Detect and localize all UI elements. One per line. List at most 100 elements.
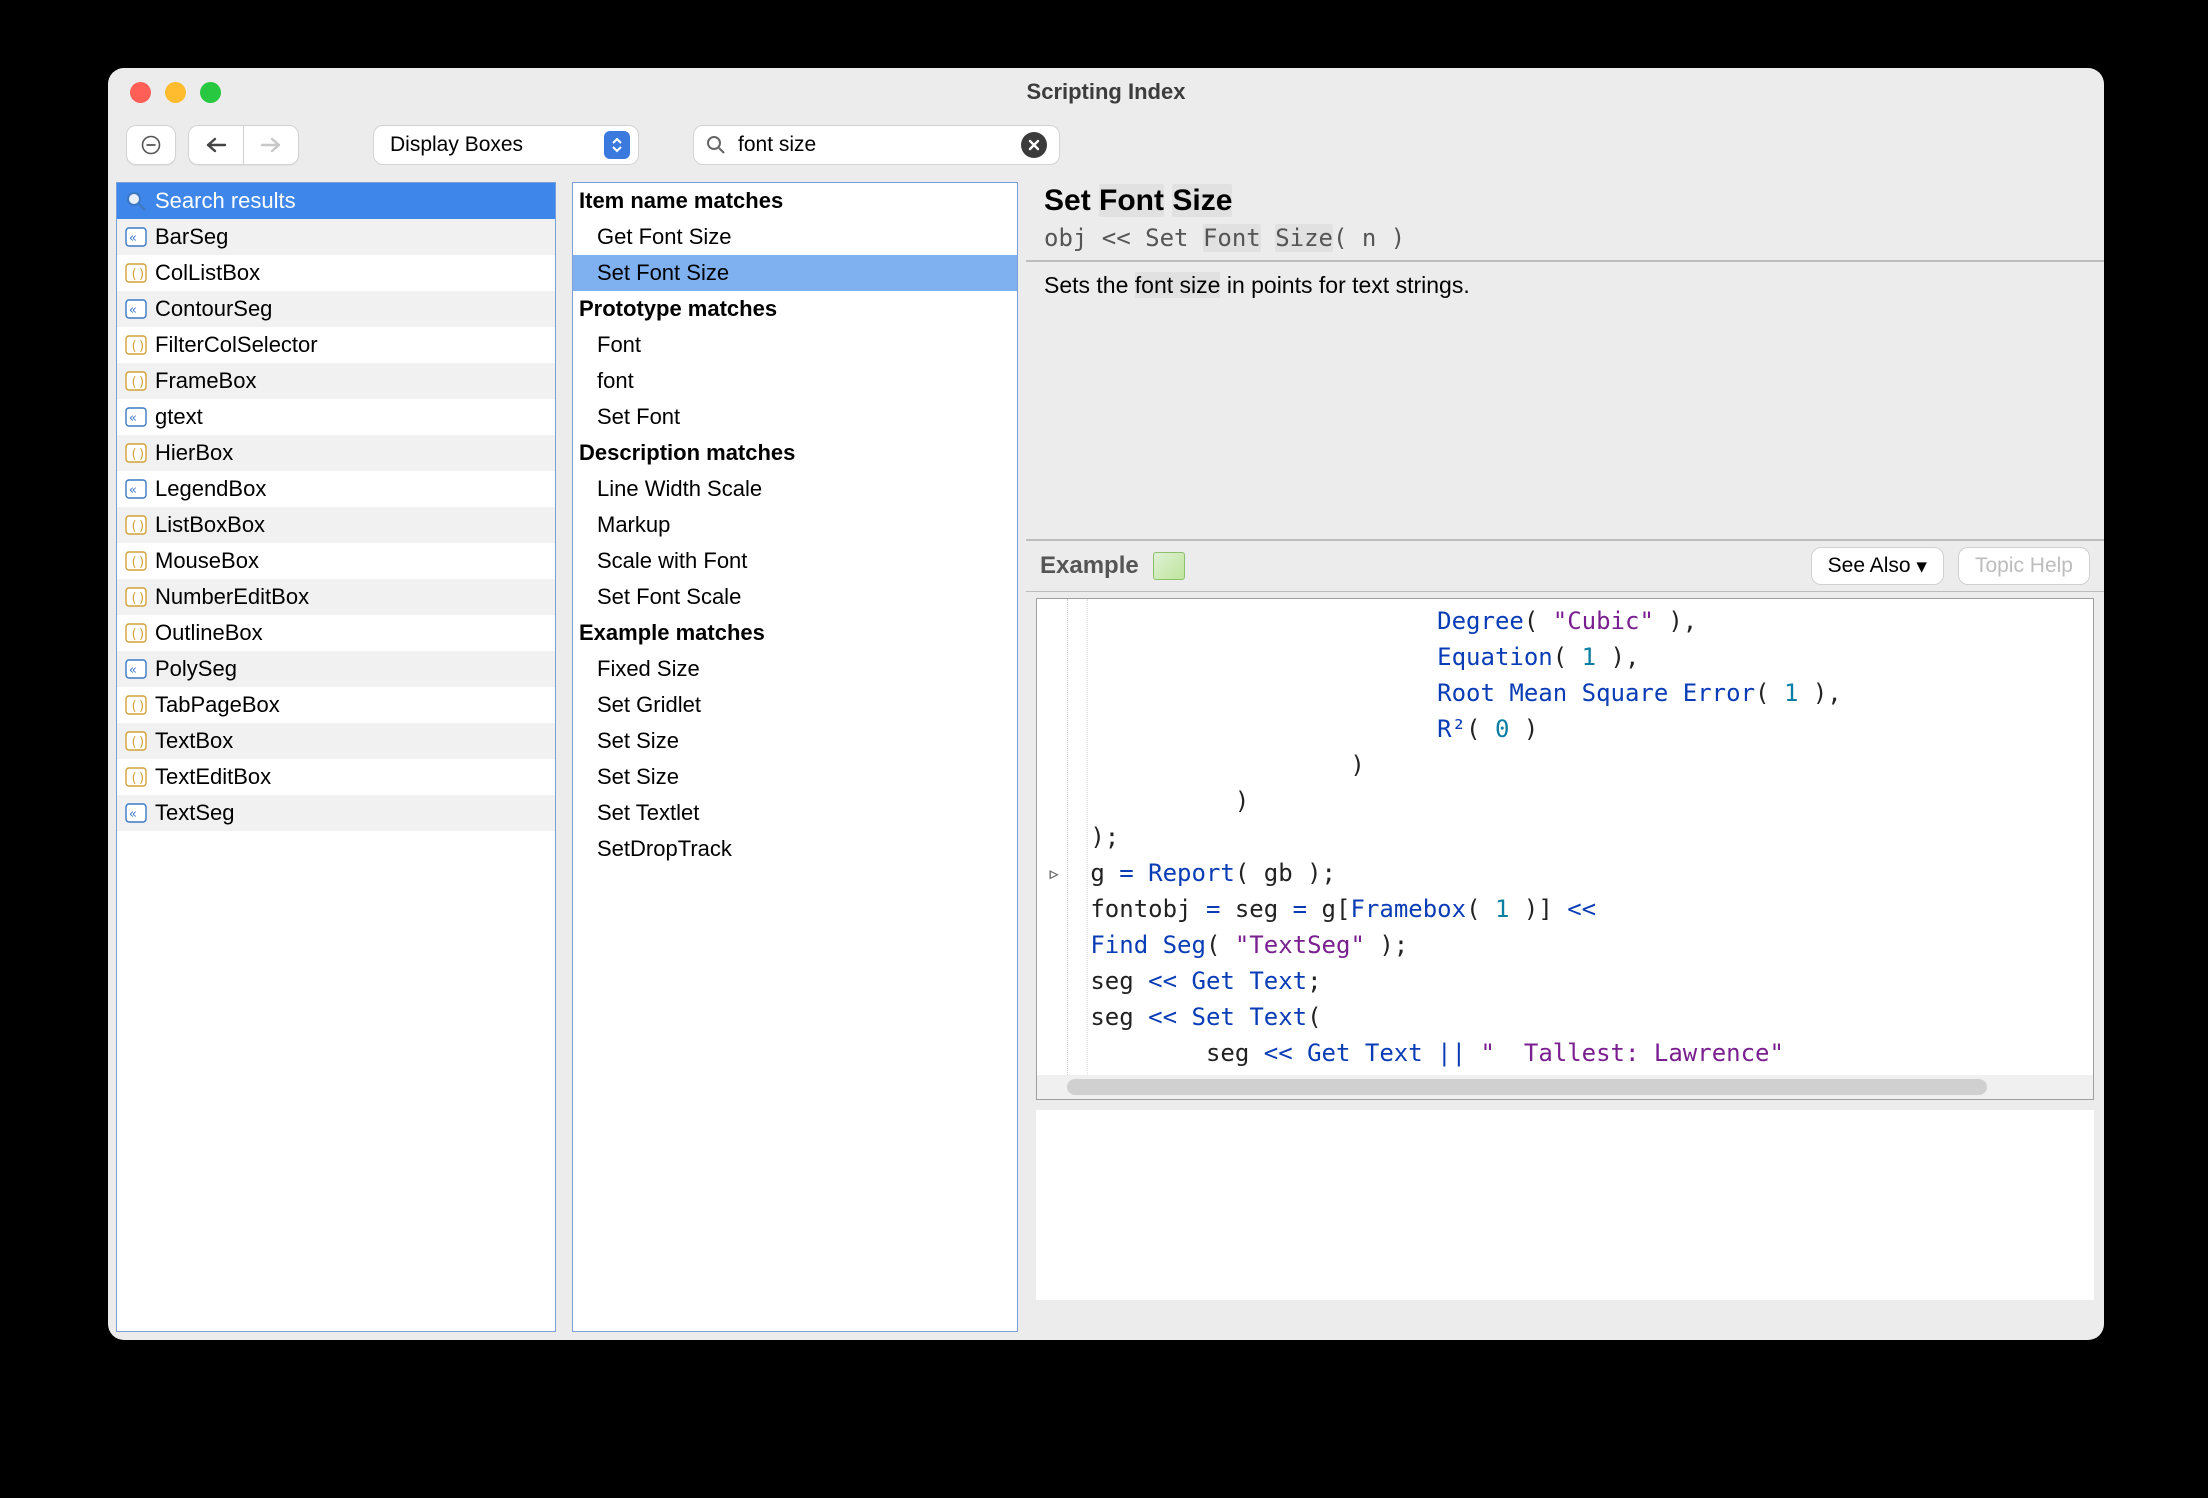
message-item-icon: « [123,658,149,680]
result-list-item-label: Scale with Font [597,548,747,574]
result-list-item[interactable]: Line Width Scale [573,471,1017,507]
circle-minus-icon [141,135,161,155]
svg-text:«: « [129,483,137,498]
function-item-icon: () [123,514,149,536]
function-item-icon: () [123,262,149,284]
search-box[interactable] [693,125,1060,165]
svg-text:(): () [130,375,146,390]
result-list-item-label: font [597,368,634,394]
example-bar: Example See Also ▾ Topic Help [1026,539,2104,592]
result-list-item[interactable]: Set Font Scale [573,579,1017,615]
result-group-header: Prototype matches [573,291,1017,327]
search-icon [706,135,726,155]
search-input[interactable] [736,132,1011,158]
result-group-header: Item name matches [573,183,1017,219]
result-list-item[interactable]: font [573,363,1017,399]
example-label: Example [1040,552,1139,580]
scope-list-item[interactable]: ()TabPageBox [117,687,555,723]
scope-list-item[interactable]: ()TextBox [117,723,555,759]
scope-list-item[interactable]: ()ListBoxBox [117,507,555,543]
scope-list-item[interactable]: () TextEditBox [117,759,555,795]
message-item-icon: « [123,406,149,428]
result-list-item-label: Fixed Size [597,656,700,682]
result-list-item[interactable]: Get Font Size [573,219,1017,255]
topic-header: Set Font Size obj << Set Font Size( n ) [1026,174,2104,262]
clear-search-button[interactable] [1021,132,1047,158]
scope-list-item[interactable]: «TextSeg [117,795,555,831]
scope-list-item[interactable]: « PolySeg [117,651,555,687]
result-group-header-label: Description matches [579,440,795,466]
result-list-item[interactable]: Set Font Size [573,255,1017,291]
search-icon [123,190,149,212]
arrow-right-icon [260,137,282,153]
message-item-icon: « [123,802,149,824]
scope-list-item-label: PolySeg [155,656,237,682]
scope-list-item[interactable]: () MouseBox [117,543,555,579]
scope-list-item[interactable]: Search results [117,183,555,219]
scrollbar-thumb[interactable] [1067,1079,1987,1095]
zoom-window-button[interactable] [200,82,221,103]
result-list-item[interactable]: Set Textlet [573,795,1017,831]
result-list-item[interactable]: Scale with Font [573,543,1017,579]
remove-topic-button[interactable] [126,125,176,165]
scope-list-item[interactable]: «BarSeg [117,219,555,255]
result-list-item-label: Font [597,332,641,358]
topic-help-button[interactable]: Topic Help [1958,547,2090,585]
scope-list-item[interactable]: ()ColListBox [117,255,555,291]
example-code-area[interactable]: Degree( "Cubic" ), Equation( 1 ), Root M… [1036,598,2094,1100]
result-list-item[interactable]: Fixed Size [573,651,1017,687]
middle-pane: Item name matchesGet Font Size Set Font S… [572,182,1018,1332]
scope-list-item[interactable]: ()OutlineBox [117,615,555,651]
svg-text:(): () [130,519,146,534]
function-item-icon: () [123,370,149,392]
function-item-icon: () [123,586,149,608]
scope-item-list[interactable]: Search results«BarSeg()ColListBox«Contou… [116,182,556,1332]
nav-history-group [188,125,299,165]
result-list-item[interactable]: Set Size [573,759,1017,795]
scope-select[interactable]: Display Boxes [373,125,639,165]
result-list-item[interactable]: SetDropTrack [573,831,1017,867]
result-list-item-label: Set Font Size [597,260,729,286]
scope-list-item[interactable]: «ContourSeg [117,291,555,327]
scope-list-item[interactable]: ()HierBox [117,435,555,471]
result-group-header: Example matches [573,615,1017,651]
run-example-button[interactable] [1153,552,1185,580]
see-also-button[interactable]: See Also ▾ [1811,547,1944,585]
scope-list-item[interactable]: () FrameBox [117,363,555,399]
scope-list-item-label: gtext [155,404,203,430]
forward-button[interactable] [243,125,299,165]
function-item-icon: () [123,550,149,572]
svg-text:(): () [130,771,146,786]
window-controls [130,82,221,103]
svg-text:(): () [130,591,146,606]
scope-list-item[interactable]: «LegendBox [117,471,555,507]
scope-list-item-label: MouseBox [155,548,259,574]
scope-list-item[interactable]: « gtext [117,399,555,435]
chevron-down-icon: ▾ [1916,554,1927,579]
result-list-item[interactable]: Set Font [573,399,1017,435]
example-code: Degree( "Cubic" ), Equation( 1 ), Root M… [1037,599,2093,1100]
result-list-item[interactable]: Set Size [573,723,1017,759]
result-list-item[interactable]: Markup [573,507,1017,543]
back-button[interactable] [188,125,243,165]
right-pane: Set Font Size obj << Set Font Size( n ) … [1026,174,2104,1340]
result-list-item[interactable]: Set Gridlet [573,687,1017,723]
scope-list-item[interactable]: ()NumberEditBox [117,579,555,615]
result-list-item-label: Set Size [597,728,679,754]
scope-list-item[interactable]: ()FilterColSelector [117,327,555,363]
result-list-item[interactable]: Font [573,327,1017,363]
function-item-icon: () [123,730,149,752]
svg-text:(): () [130,267,146,282]
search-results-list[interactable]: Item name matchesGet Font Size Set Font S… [572,182,1018,1332]
close-window-button[interactable] [130,82,151,103]
x-icon [1028,139,1040,151]
message-item-icon: « [123,298,149,320]
body: Search results«BarSeg()ColListBox«Contou… [108,174,2104,1340]
scope-list-item-label: FrameBox [155,368,256,394]
left-pane: Search results«BarSeg()ColListBox«Contou… [116,182,556,1332]
scope-list-item-label: TextEditBox [155,764,271,790]
horizontal-scrollbar[interactable] [1037,1075,2093,1099]
topic-description: Sets the font size in points for text st… [1026,262,2104,309]
minimize-window-button[interactable] [165,82,186,103]
scope-list-item-label: FilterColSelector [155,332,318,358]
